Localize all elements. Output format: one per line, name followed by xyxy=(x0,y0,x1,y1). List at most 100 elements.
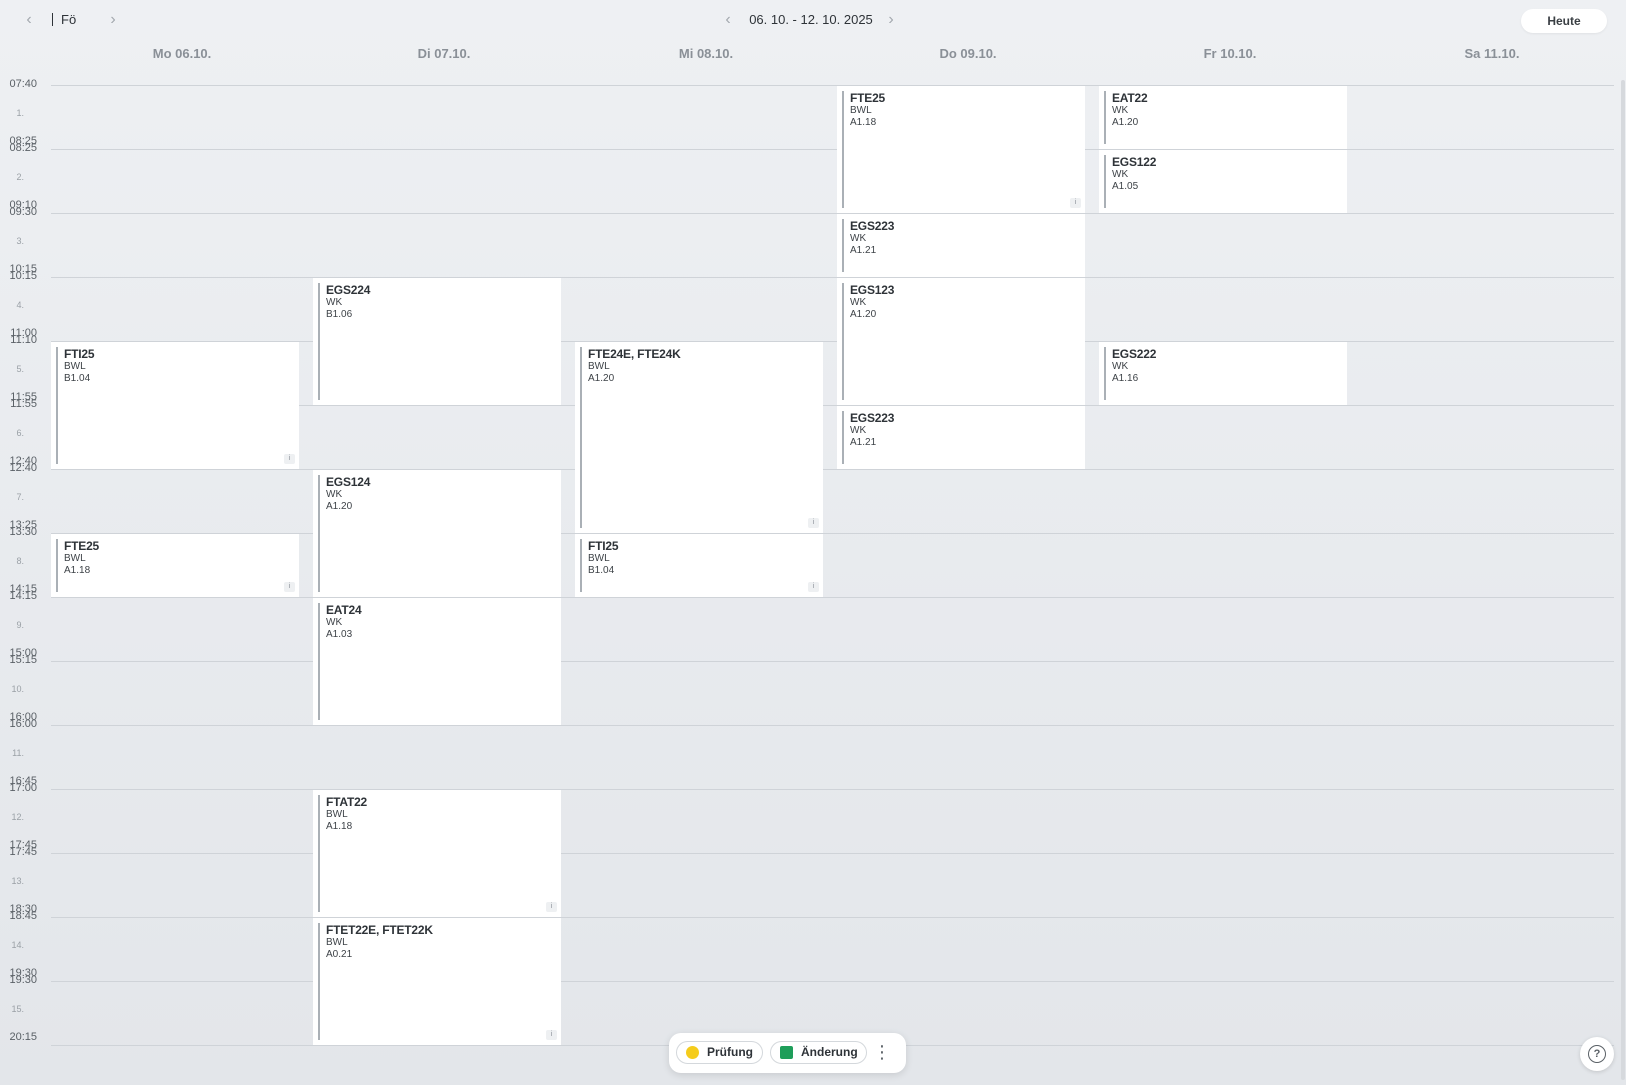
lesson-room: A1.18 xyxy=(326,821,353,832)
lesson-card[interactable]: FTE25 BWL A1.18 i xyxy=(837,86,1085,213)
lesson-card[interactable]: EGS124 WK A1.20 xyxy=(313,470,561,597)
lesson-accent-bar xyxy=(56,539,58,592)
grid-line xyxy=(51,789,1614,790)
lesson-room: A1.21 xyxy=(850,245,877,256)
period-start-time: 10:15 xyxy=(9,270,37,282)
change-color-square xyxy=(780,1046,793,1059)
lesson-card[interactable]: EGS122 WK A1.05 xyxy=(1099,150,1347,213)
period-number: 13. xyxy=(11,876,24,886)
lesson-teacher: WK xyxy=(326,617,343,628)
grid-line xyxy=(51,277,1614,278)
lesson-teacher: BWL xyxy=(326,809,348,820)
lesson-teacher: BWL xyxy=(588,361,610,372)
lesson-card[interactable]: EGS223 WK A1.21 xyxy=(837,214,1085,277)
lesson-accent-bar xyxy=(1104,347,1106,400)
info-icon[interactable]: i xyxy=(546,902,557,912)
period-start-time: 15:15 xyxy=(9,654,37,666)
lesson-teacher: BWL xyxy=(64,361,86,372)
lesson-card[interactable]: EGS223 WK A1.21 xyxy=(837,406,1085,469)
lesson-subject: EGS223 xyxy=(850,411,895,425)
vertical-scrollbar[interactable] xyxy=(1621,80,1625,1080)
period-start-time: 16:00 xyxy=(9,718,37,730)
lesson-subject: EGS224 xyxy=(326,283,371,297)
lesson-teacher: WK xyxy=(850,297,867,308)
grid-line xyxy=(51,981,1614,982)
lesson-teacher: WK xyxy=(326,297,343,308)
period-number: 2. xyxy=(16,172,24,182)
lesson-accent-bar xyxy=(1104,91,1106,144)
lesson-accent-bar xyxy=(580,347,582,528)
exam-label: Prüfung xyxy=(707,1045,753,1059)
lesson-card[interactable]: FTI25 BWL B1.04 i xyxy=(51,342,299,469)
lesson-teacher: WK xyxy=(850,233,867,244)
period-number: 1. xyxy=(16,108,24,118)
period-start-time: 18:45 xyxy=(9,910,37,922)
change-filter-chip[interactable]: Änderung xyxy=(770,1041,867,1064)
info-icon[interactable]: i xyxy=(808,582,819,592)
lesson-subject: FTE25 xyxy=(850,91,886,105)
lesson-room: A1.03 xyxy=(326,629,353,640)
info-icon[interactable]: i xyxy=(1070,198,1081,208)
period-start-time: 11:55 xyxy=(10,398,37,410)
grid-line xyxy=(51,917,1614,918)
lesson-card[interactable]: EGS224 WK B1.06 xyxy=(313,278,561,405)
lesson-subject: FTE25 xyxy=(64,539,100,553)
info-icon[interactable]: i xyxy=(284,582,295,592)
lesson-subject: EAT22 xyxy=(1112,91,1148,105)
period-start-time: 14:15 xyxy=(9,590,37,602)
lesson-subject: FTI25 xyxy=(588,539,619,553)
period-number: 14. xyxy=(11,940,24,950)
lesson-card[interactable]: FTE25 BWL A1.18 i xyxy=(51,534,299,597)
lesson-card[interactable]: FTE24E, FTE24K BWL A1.20 i xyxy=(575,342,823,533)
lesson-room: A1.20 xyxy=(1112,117,1139,128)
lesson-card[interactable]: EGS222 WK A1.16 xyxy=(1099,342,1347,405)
lesson-room: A1.18 xyxy=(64,565,91,576)
exam-color-dot xyxy=(686,1046,699,1059)
lesson-teacher: WK xyxy=(1112,105,1129,116)
lesson-room: A1.16 xyxy=(1112,373,1139,384)
lesson-card[interactable]: EAT24 WK A1.03 xyxy=(313,598,561,725)
lesson-room: A1.05 xyxy=(1112,181,1139,192)
lesson-accent-bar xyxy=(318,475,320,592)
info-icon[interactable]: i xyxy=(284,454,295,464)
grid-line xyxy=(51,149,1614,150)
more-options-icon[interactable]: ⋮ xyxy=(873,1042,891,1064)
lesson-subject: EGS123 xyxy=(850,283,895,297)
lesson-accent-bar xyxy=(842,91,844,208)
period-end-time: 20:15 xyxy=(9,1031,37,1043)
period-start-time: 17:45 xyxy=(9,846,37,858)
lesson-card[interactable]: EAT22 WK A1.20 xyxy=(1099,86,1347,149)
lesson-card[interactable]: EGS123 WK A1.20 xyxy=(837,278,1085,405)
info-icon[interactable]: i xyxy=(808,518,819,528)
help-button[interactable]: ? xyxy=(1580,1037,1614,1071)
period-number: 11. xyxy=(12,748,24,758)
period-number: 7. xyxy=(16,492,24,502)
info-icon[interactable]: i xyxy=(546,1030,557,1040)
lesson-subject: FTET22E, FTET22K xyxy=(326,923,433,937)
lesson-card[interactable]: FTET22E, FTET22K BWL A0.21 i xyxy=(313,918,561,1045)
lesson-accent-bar xyxy=(318,603,320,720)
grid-line xyxy=(51,213,1614,214)
exam-filter-chip[interactable]: Prüfung xyxy=(676,1041,763,1064)
period-start-time: 19:30 xyxy=(9,974,37,986)
period-start-time: 11:10 xyxy=(10,334,37,346)
lesson-teacher: WK xyxy=(1112,361,1129,372)
lesson-subject: EGS223 xyxy=(850,219,895,233)
lesson-room: A1.20 xyxy=(326,501,353,512)
lesson-room: B1.04 xyxy=(64,373,91,384)
lesson-room: A1.20 xyxy=(850,309,877,320)
legend-bar: Prüfung Änderung ⋮ xyxy=(669,1033,906,1073)
period-start-time: 13:30 xyxy=(9,526,37,538)
period-number: 15. xyxy=(11,1004,24,1014)
lesson-accent-bar xyxy=(580,539,582,592)
period-start-time: 09:30 xyxy=(9,206,37,218)
period-number: 5. xyxy=(16,364,24,374)
lesson-card[interactable]: FTI25 BWL B1.04 i xyxy=(575,534,823,597)
period-number: 12. xyxy=(11,812,24,822)
lesson-accent-bar xyxy=(842,283,844,400)
lesson-teacher: WK xyxy=(326,489,343,500)
lesson-card[interactable]: FTAT22 BWL A1.18 i xyxy=(313,790,561,917)
lesson-accent-bar xyxy=(318,795,320,912)
lesson-accent-bar xyxy=(1104,155,1106,208)
lesson-subject: EAT24 xyxy=(326,603,362,617)
